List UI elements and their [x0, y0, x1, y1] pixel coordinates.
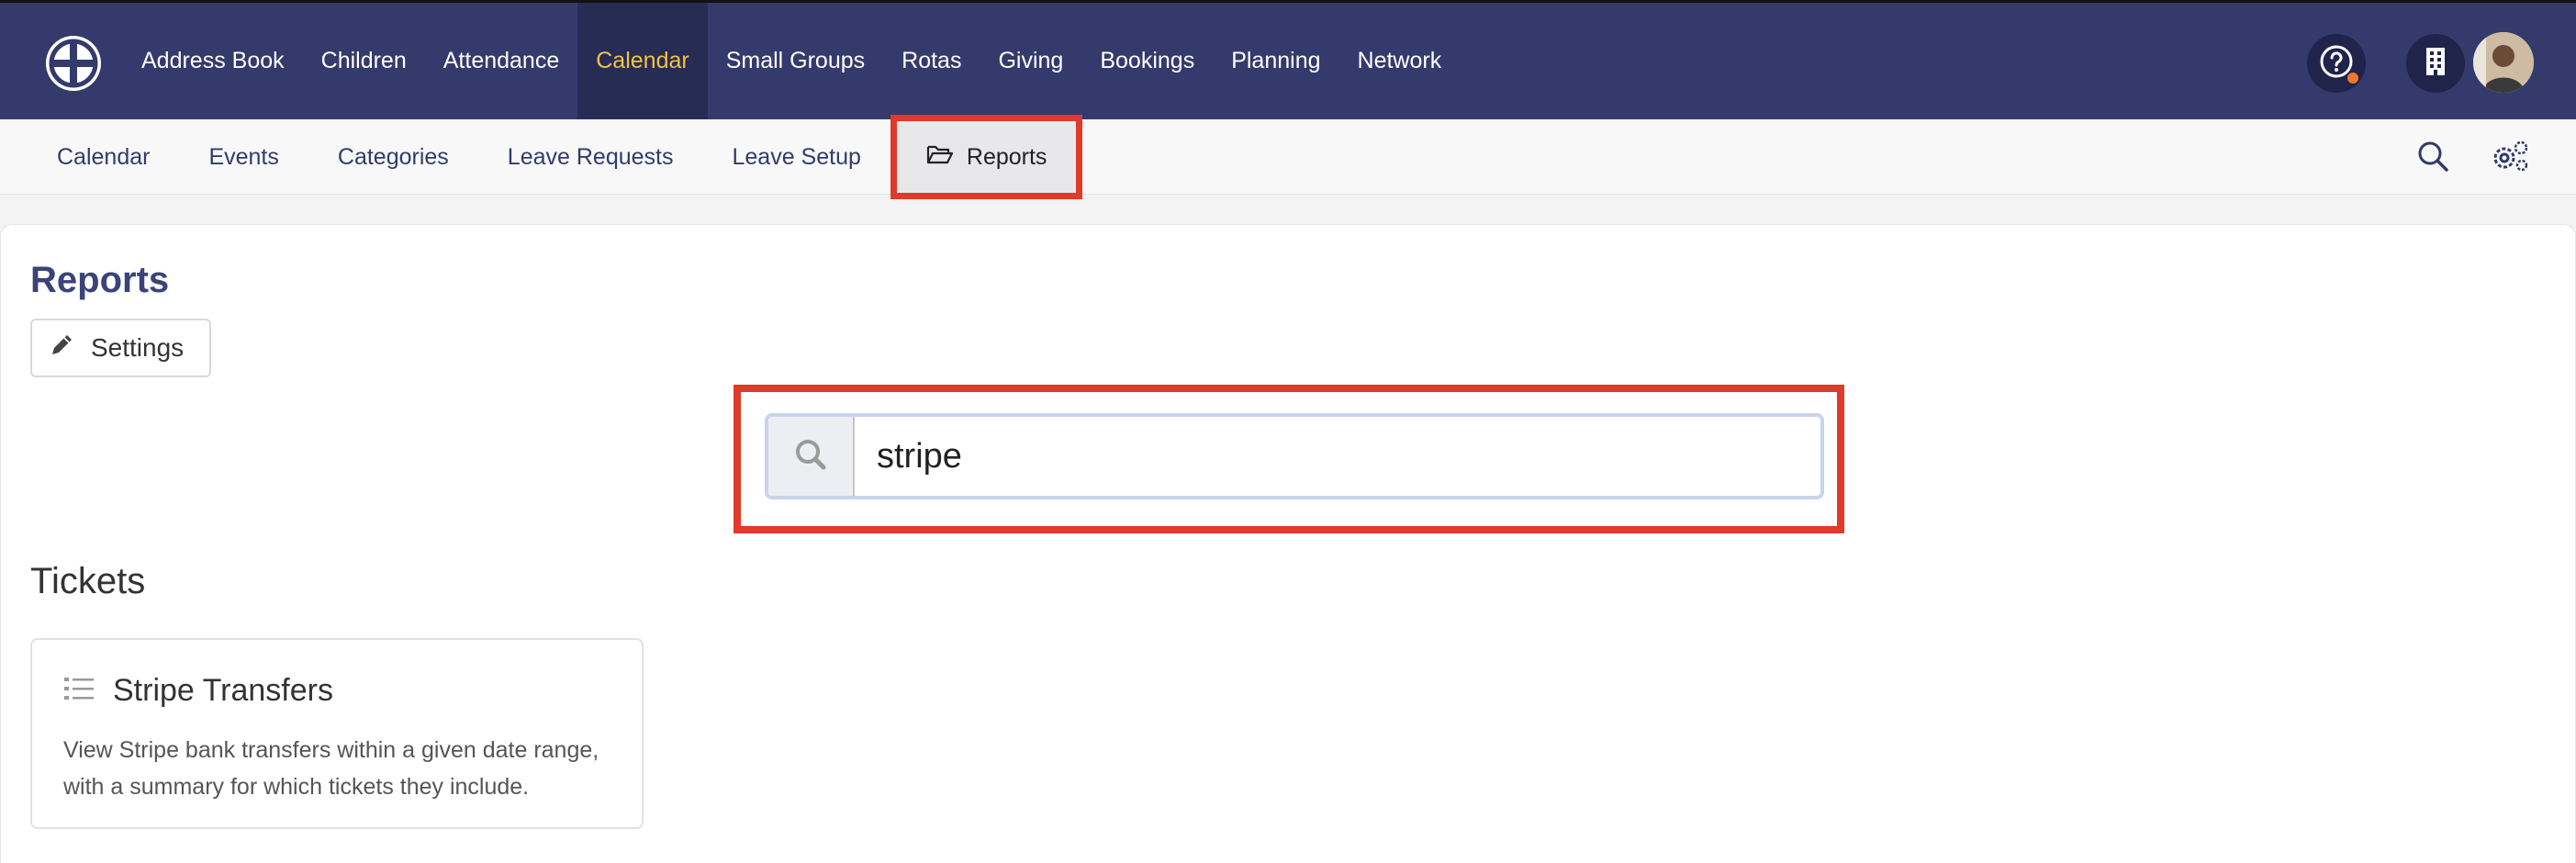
nav-item-rotas[interactable]: Rotas — [883, 3, 980, 119]
reports-panel: Reports Settings Tickets — [0, 224, 2576, 863]
report-card-stripe-transfers[interactable]: Stripe Transfers View Stripe bank transf… — [30, 638, 644, 829]
gears-icon[interactable] — [2490, 136, 2530, 176]
help-button[interactable] — [2307, 34, 2366, 93]
calendar-sub-nav: Calendar Events Categories Leave Request… — [28, 115, 1083, 199]
subnav-item-reports[interactable]: Reports — [890, 115, 1083, 199]
app-logo-icon[interactable] — [44, 34, 103, 93]
search-icon — [792, 436, 829, 477]
subnav-item-events[interactable]: Events — [179, 119, 308, 195]
page-title: Reports — [30, 260, 170, 300]
settings-button-label: Settings — [91, 333, 185, 362]
subnav-item-reports-label: Reports — [966, 143, 1047, 170]
card-title: Stripe Transfers — [113, 673, 333, 708]
report-search-box — [765, 413, 1824, 499]
sub-navbar: Calendar Events Categories Leave Request… — [0, 115, 2576, 199]
building-icon — [2423, 46, 2448, 82]
user-avatar[interactable] — [2473, 32, 2534, 93]
subnav-item-leave-setup[interactable]: Leave Setup — [702, 119, 890, 195]
nav-item-attendance[interactable]: Attendance — [425, 3, 578, 119]
sub-tools — [2413, 136, 2530, 176]
nav-item-children[interactable]: Children — [303, 3, 425, 119]
nav-item-network[interactable]: Network — [1339, 3, 1461, 119]
pencil-icon — [49, 332, 74, 364]
organisation-button[interactable] — [2406, 34, 2465, 93]
nav-item-planning[interactable]: Planning — [1213, 3, 1338, 119]
subnav-item-leave-requests[interactable]: Leave Requests — [478, 119, 703, 195]
subnav-item-categories[interactable]: Categories — [308, 119, 478, 195]
nav-item-bookings[interactable]: Bookings — [1081, 3, 1213, 119]
report-search-input[interactable] — [855, 417, 1820, 496]
search-addon — [768, 417, 855, 496]
nav-item-address-book[interactable]: Address Book — [123, 3, 303, 119]
card-description: View Stripe bank transfers within a give… — [63, 737, 599, 800]
top-navbar: Address Book Children Attendance Calenda… — [0, 0, 2576, 119]
search-highlight — [734, 385, 1844, 533]
nav-item-calendar[interactable]: Calendar — [577, 3, 708, 119]
section-title-tickets: Tickets — [30, 561, 146, 601]
notification-dot — [2346, 71, 2360, 85]
list-icon — [63, 676, 95, 706]
main-nav: Address Book Children Attendance Calenda… — [123, 3, 1460, 119]
nav-item-giving[interactable]: Giving — [980, 3, 1081, 119]
settings-button[interactable]: Settings — [30, 319, 211, 377]
folder-open-icon — [926, 143, 954, 172]
search-icon[interactable] — [2413, 136, 2453, 176]
nav-item-small-groups[interactable]: Small Groups — [708, 3, 883, 119]
subnav-item-calendar[interactable]: Calendar — [28, 119, 179, 195]
card-header: Stripe Transfers — [63, 673, 333, 709]
